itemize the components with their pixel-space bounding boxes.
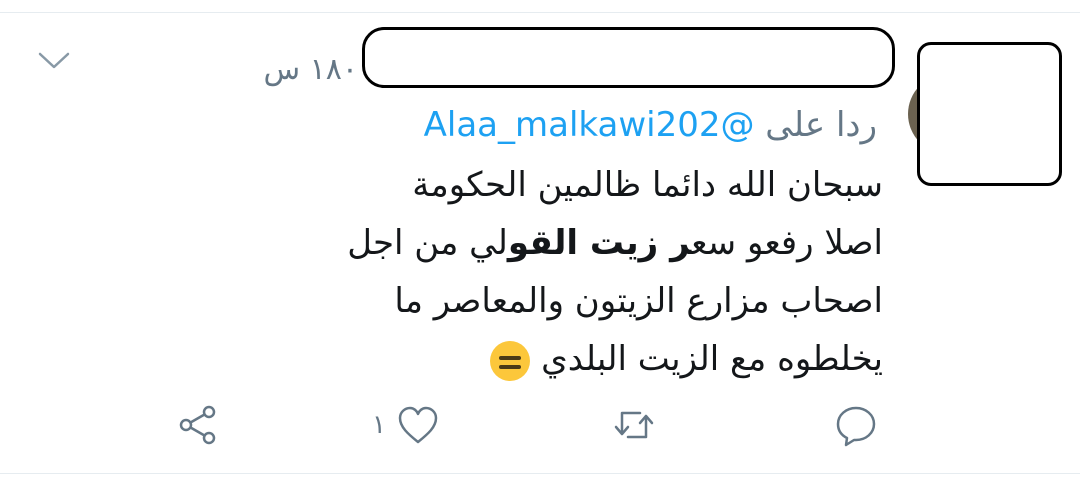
like-count: ١ [372, 410, 386, 440]
top-divider [0, 12, 1080, 13]
avatar-redaction[interactable] [917, 42, 1062, 186]
bottom-divider [0, 473, 1080, 474]
tweet-line-2-bold: ر زيت القو [507, 223, 692, 263]
tweet-line-3: اصحاب مزارع الزيتون والمعاصر ما [394, 281, 883, 321]
reply-prefix: ردا على [765, 105, 877, 145]
reply-context: ردا على @Alaa_malkawi202 [424, 102, 877, 148]
tweet-line-2-start: اصلا رفعو سع [691, 223, 883, 263]
retweet-icon[interactable] [612, 403, 656, 447]
tweet-text: سبحان الله دائما ظالمين الحكومة اصلا رفع… [323, 156, 883, 388]
chevron-down-icon[interactable] [38, 51, 70, 71]
share-icon[interactable] [176, 403, 220, 447]
tweet-timestamp: ١٨٠ س [263, 52, 358, 87]
tweet-line-1: سبحان الله دائما ظالمين الحكومة [412, 165, 883, 205]
tweet-line-2-end: لي من اجل [347, 223, 508, 263]
tweet-line-4: يخلطوه مع الزيت البلدي [323, 330, 883, 388]
username-redaction[interactable] [362, 27, 895, 88]
reply-handle-link[interactable]: @Alaa_malkawi202 [424, 105, 755, 145]
tweet-line-4-text: يخلطوه مع الزيت البلدي [541, 339, 883, 379]
heart-icon[interactable] [396, 403, 440, 447]
expressionless-face-emoji [490, 340, 531, 381]
reply-icon[interactable] [834, 403, 878, 447]
tweet-line-2: اصلا رفعو سعر زيت القولي من اجل [323, 214, 883, 272]
